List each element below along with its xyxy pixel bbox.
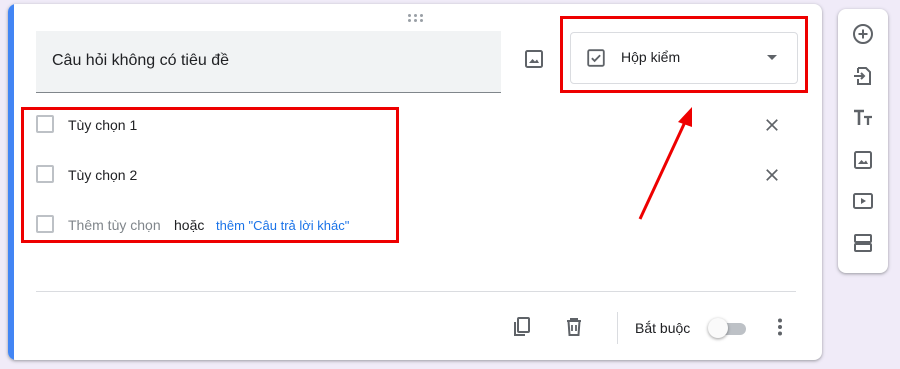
- duplicate-icon[interactable]: [510, 315, 534, 339]
- side-toolbar: [838, 9, 888, 273]
- option-checkbox: [36, 115, 54, 133]
- option-checkbox: [36, 215, 54, 233]
- question-title-input[interactable]: Câu hỏi không có tiêu đề: [52, 52, 229, 70]
- footer-divider: [36, 291, 796, 292]
- add-image-icon[interactable]: [851, 148, 875, 172]
- option-checkbox: [36, 165, 54, 183]
- required-toggle[interactable]: [708, 318, 748, 338]
- delete-icon[interactable]: [562, 315, 586, 339]
- add-option-button[interactable]: Thêm tùy chọn: [68, 217, 161, 233]
- add-image-icon[interactable]: [522, 47, 546, 71]
- question-card[interactable]: Câu hỏi không có tiêu đề Hộp kiểm Tùy ch…: [8, 4, 822, 360]
- toggle-knob: [708, 318, 728, 338]
- footer-separator: [617, 312, 618, 344]
- add-other-answer-link[interactable]: thêm "Câu trả lời khác": [216, 218, 349, 233]
- remove-option-1-icon[interactable]: [763, 116, 781, 134]
- add-video-icon[interactable]: [851, 189, 875, 213]
- more-options-icon[interactable]: [768, 315, 792, 339]
- question-type-label: Hộp kiểm: [621, 49, 681, 65]
- question-title-field[interactable]: Câu hỏi không có tiêu đề: [36, 31, 501, 93]
- chevron-down-icon: [767, 55, 777, 60]
- drag-handle-icon[interactable]: [408, 14, 428, 24]
- question-type-dropdown[interactable]: Hộp kiểm: [570, 32, 798, 84]
- checkbox-checked-icon: [587, 49, 605, 67]
- add-question-icon[interactable]: [851, 22, 875, 46]
- option-row-1: Tùy chọn 1: [36, 110, 796, 140]
- remove-option-2-icon[interactable]: [763, 166, 781, 184]
- active-card-indicator: [8, 4, 14, 360]
- add-section-icon[interactable]: [851, 231, 875, 255]
- option-label[interactable]: Tùy chọn 1: [68, 117, 137, 133]
- required-label: Bắt buộc: [635, 320, 691, 336]
- add-title-icon[interactable]: [851, 106, 875, 130]
- add-option-row: Thêm tùy chọn hoặc thêm "Câu trả lời khá…: [36, 210, 456, 240]
- option-row-2: Tùy chọn 2: [36, 160, 796, 190]
- or-text: hoặc: [174, 217, 205, 233]
- import-questions-icon[interactable]: [851, 64, 875, 88]
- option-label[interactable]: Tùy chọn 2: [68, 167, 137, 183]
